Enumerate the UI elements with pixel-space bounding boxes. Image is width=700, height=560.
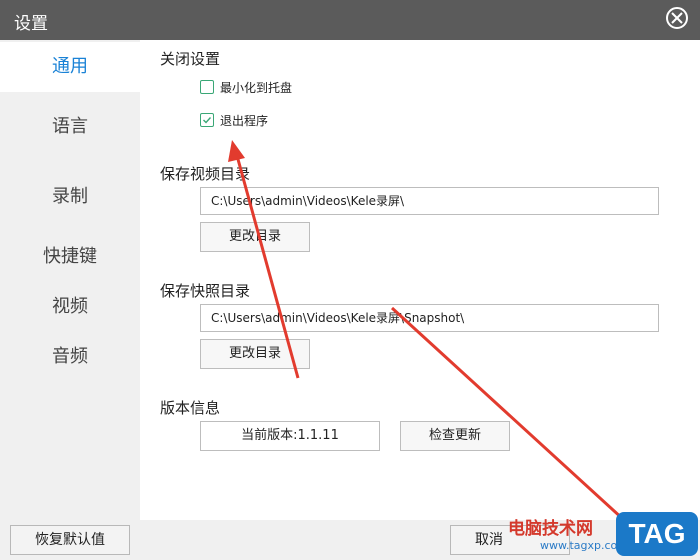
minimize-to-tray-option[interactable]: 最小化到托盘 bbox=[200, 78, 292, 96]
current-version-display: 当前版本:1.1.11 bbox=[200, 421, 380, 451]
video-dir-heading: 保存视频目录 bbox=[160, 165, 251, 183]
watermark-tag-logo: TAG bbox=[616, 512, 698, 556]
minimize-to-tray-checkbox[interactable] bbox=[200, 80, 214, 94]
sidebar-item-language[interactable]: 语言 bbox=[0, 102, 140, 152]
checkmark-icon bbox=[203, 117, 212, 124]
exit-program-label: 退出程序 bbox=[220, 113, 269, 128]
version-info-heading: 版本信息 bbox=[160, 399, 221, 417]
exit-program-checkbox[interactable] bbox=[200, 113, 214, 127]
window-title: 设置 bbox=[14, 14, 48, 34]
minimize-to-tray-label: 最小化到托盘 bbox=[220, 80, 293, 95]
sidebar: 通用 语言 录制 快捷键 视频 音频 bbox=[0, 40, 140, 520]
settings-content: 关闭设置 最小化到托盘 退出程序 保存视频目录 C:\Users\admin\V… bbox=[140, 40, 700, 520]
sidebar-item-recording[interactable]: 录制 bbox=[0, 172, 140, 222]
watermark-site-name: 电脑技术网 bbox=[508, 519, 593, 539]
close-button[interactable] bbox=[666, 7, 688, 29]
video-dir-field[interactable]: C:\Users\admin\Videos\Kele录屏\ bbox=[200, 187, 659, 215]
check-update-button[interactable]: 检查更新 bbox=[400, 421, 510, 451]
sidebar-item-audio[interactable]: 音频 bbox=[0, 332, 140, 382]
close-settings-heading: 关闭设置 bbox=[160, 50, 221, 68]
snapshot-dir-field[interactable]: C:\Users\admin\Videos\Kele录屏\Snapshot\ bbox=[200, 304, 659, 332]
sidebar-item-general[interactable]: 通用 bbox=[0, 42, 140, 92]
change-video-dir-button[interactable]: 更改目录 bbox=[200, 222, 310, 252]
close-icon bbox=[671, 12, 683, 24]
change-snapshot-dir-button[interactable]: 更改目录 bbox=[200, 339, 310, 369]
exit-program-option[interactable]: 退出程序 bbox=[200, 111, 268, 129]
restore-defaults-button[interactable]: 恢复默认值 bbox=[10, 525, 130, 555]
sidebar-item-hotkeys[interactable]: 快捷键 bbox=[0, 232, 140, 282]
snapshot-dir-heading: 保存快照目录 bbox=[160, 282, 251, 300]
watermark-url: www.tagxp.com bbox=[540, 539, 628, 552]
sidebar-item-video[interactable]: 视频 bbox=[0, 282, 140, 332]
title-bar: 设置 bbox=[0, 0, 700, 40]
